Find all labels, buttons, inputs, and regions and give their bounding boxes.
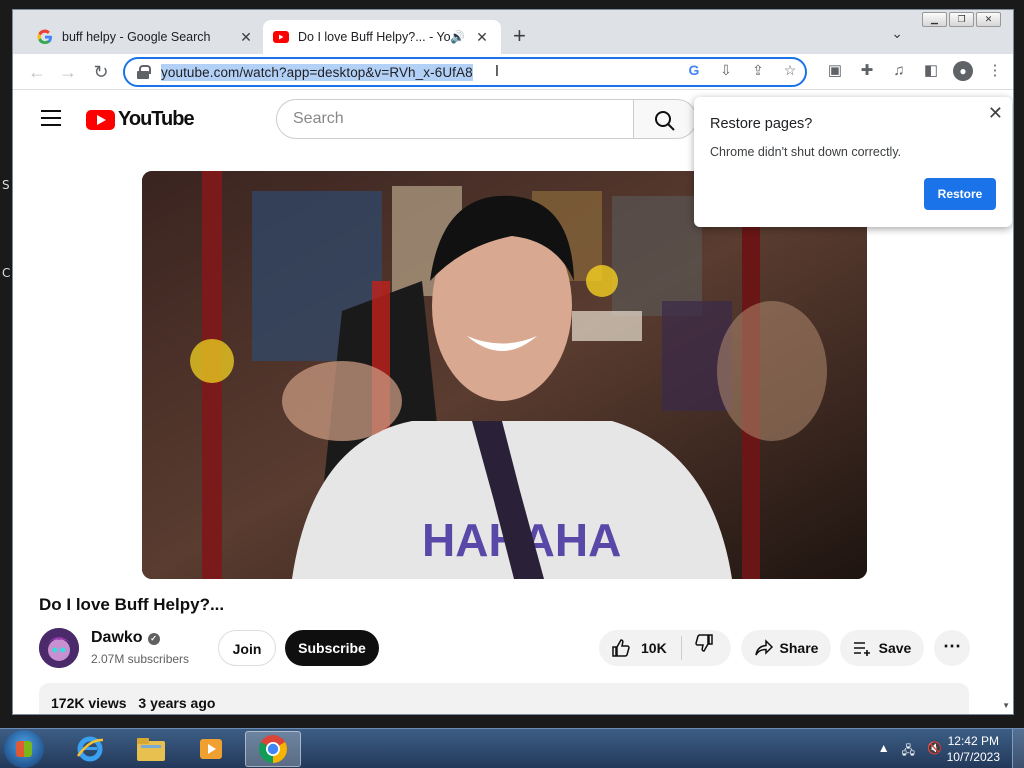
channel-name-text[interactable]: Dawko: [91, 629, 143, 646]
media-player-icon[interactable]: [183, 731, 239, 767]
ie-logo: [76, 736, 104, 762]
restore-button[interactable]: Restore: [924, 178, 996, 210]
hamburger-menu-icon[interactable]: [41, 110, 61, 126]
youtube-logo-text: YouTube: [118, 108, 195, 130]
chrome-window: buff helpy - Google Search ✕ Do I love B…: [12, 9, 1014, 715]
internet-explorer-icon[interactable]: [62, 731, 118, 767]
tab-strip: buff helpy - Google Search ✕ Do I love B…: [13, 10, 1013, 54]
clock-date: 10/7/2023: [946, 750, 1000, 764]
menu-icon[interactable]: ⋮: [985, 61, 1005, 81]
thumbs-up-icon: [612, 639, 630, 657]
tab-search-chevron-icon[interactable]: ⌄: [891, 25, 903, 42]
network-icon[interactable]: 🖧: [902, 741, 915, 762]
join-button[interactable]: Join: [218, 630, 276, 666]
video-title: Do I love Buff Helpy?...: [39, 595, 225, 614]
speaker-icon[interactable]: 🔊: [450, 30, 465, 44]
browser-toolbar: ← → ↻ youtube.com/watch?app=desktop&v=RV…: [13, 54, 1013, 90]
tab-title: Do I love Buff Helpy?... - You: [298, 30, 451, 44]
restore-message: Chrome didn't shut down correctly.: [710, 145, 902, 159]
search-input[interactable]: Search: [276, 99, 634, 139]
close-window-button[interactable]: ✕: [976, 12, 1001, 27]
channel-row: Dawko ✓ 2.07M subscribers Join Subscribe …: [39, 626, 979, 670]
file-explorer-icon[interactable]: [123, 731, 179, 767]
side-panel-icon[interactable]: ◧: [921, 61, 941, 81]
install-icon[interactable]: ⇩: [717, 62, 735, 79]
channel-name[interactable]: Dawko ✓: [91, 629, 160, 647]
forward-arrow-icon[interactable]: →: [56, 60, 80, 84]
share-label: Share: [779, 640, 819, 656]
search-icon: [655, 111, 675, 131]
verified-check-icon: ✓: [147, 633, 160, 645]
subscribe-button[interactable]: Subscribe: [285, 630, 379, 666]
description-box[interactable]: 172K views 3 years ago: [39, 683, 969, 714]
reload-icon[interactable]: ↻: [89, 60, 113, 84]
video-player[interactable]: HAHAHA: [142, 171, 867, 579]
share-arrow-icon: [754, 639, 773, 656]
view-count: 172K views: [51, 695, 127, 711]
like-dislike-group: 10K: [599, 630, 731, 666]
close-tab-icon[interactable]: ✕: [473, 29, 491, 46]
youtube-icon: [273, 31, 289, 43]
restore-title: Restore pages?: [710, 116, 813, 132]
search-button[interactable]: [633, 99, 697, 139]
thumbs-down-icon: [694, 634, 713, 652]
share-icon[interactable]: ⇪: [749, 62, 767, 79]
subscriber-count: 2.07M subscribers: [91, 652, 190, 666]
share-button[interactable]: Share: [741, 630, 831, 666]
close-tab-icon[interactable]: ✕: [237, 29, 255, 46]
text-cursor-icon: I: [494, 63, 500, 80]
start-button[interactable]: [4, 730, 44, 768]
media-player-logo: [200, 739, 222, 759]
taskbar: ▲ 🖧 🔇 12:42 PM 10/7/2023: [0, 728, 1024, 768]
bookmark-star-icon[interactable]: ☆: [781, 62, 799, 79]
show-hidden-icons-icon[interactable]: ▲: [878, 741, 890, 762]
clock-time: 12:42 PM: [947, 734, 999, 748]
clock[interactable]: 12:42 PM 10/7/2023: [947, 733, 1000, 765]
playlist-add-icon: [853, 642, 870, 656]
like-divider: [680, 636, 682, 660]
scroll-down-arrow-icon[interactable]: ▼: [1002, 701, 1010, 710]
system-tray: ▲ 🖧 🔇: [878, 741, 942, 762]
restore-pages-popup: Restore pages? Chrome didn't shut down c…: [694, 97, 1012, 227]
close-popup-icon[interactable]: ✕: [988, 103, 1003, 124]
lock-icon[interactable]: [137, 65, 151, 79]
chrome-icon[interactable]: [245, 731, 301, 767]
url-text[interactable]: youtube.com/watch?app=desktop&v=RVh_x-6U…: [161, 63, 473, 81]
minimize-button[interactable]: ▁: [922, 12, 947, 27]
google-icon: [37, 29, 52, 45]
like-button[interactable]: 10K: [611, 630, 667, 666]
omnibox-actions: G ⇩ ⇪ ☆: [685, 62, 799, 79]
new-tab-button[interactable]: +: [513, 25, 526, 47]
avatar-image: [39, 628, 79, 668]
toolbar-actions: ▣ ✚ ♫ ◧ ● ⋮: [825, 61, 1005, 81]
tab-google-search[interactable]: buff helpy - Google Search ✕: [27, 20, 265, 54]
profile-icon[interactable]: ●: [953, 61, 973, 81]
google-lens-icon[interactable]: G: [685, 62, 703, 79]
dislike-button[interactable]: [694, 630, 714, 666]
media-control-icon[interactable]: ♫: [889, 61, 909, 81]
extensions-icon[interactable]: ✚: [857, 61, 877, 81]
tab-title: buff helpy - Google Search: [62, 30, 211, 44]
folder-logo: [137, 738, 165, 761]
save-label: Save: [878, 640, 912, 656]
channel-avatar[interactable]: [39, 628, 79, 668]
chrome-logo: [259, 735, 287, 763]
video-frame: HAHAHA: [142, 171, 867, 579]
volume-muted-icon[interactable]: 🔇: [927, 741, 942, 762]
desktop-glyph: S: [2, 178, 10, 192]
window-controls: ▁ ❐ ✕: [922, 12, 1001, 27]
picture-in-picture-icon[interactable]: ▣: [825, 61, 845, 81]
address-bar[interactable]: youtube.com/watch?app=desktop&v=RVh_x-6U…: [123, 57, 807, 87]
like-count: 10K: [641, 640, 667, 656]
back-arrow-icon[interactable]: ←: [25, 60, 49, 84]
tab-youtube-video[interactable]: Do I love Buff Helpy?... - You 🔊 ✕: [263, 20, 501, 54]
show-desktop-button[interactable]: [1012, 729, 1024, 768]
save-button[interactable]: Save: [840, 630, 924, 666]
restore-window-button[interactable]: ❐: [949, 12, 974, 27]
more-actions-button[interactable]: ⋯: [934, 630, 970, 666]
youtube-play-icon: [86, 109, 115, 130]
youtube-logo[interactable]: YouTube: [86, 108, 195, 131]
upload-age: 3 years ago: [138, 695, 216, 711]
desktop-glyph: C: [2, 266, 11, 280]
